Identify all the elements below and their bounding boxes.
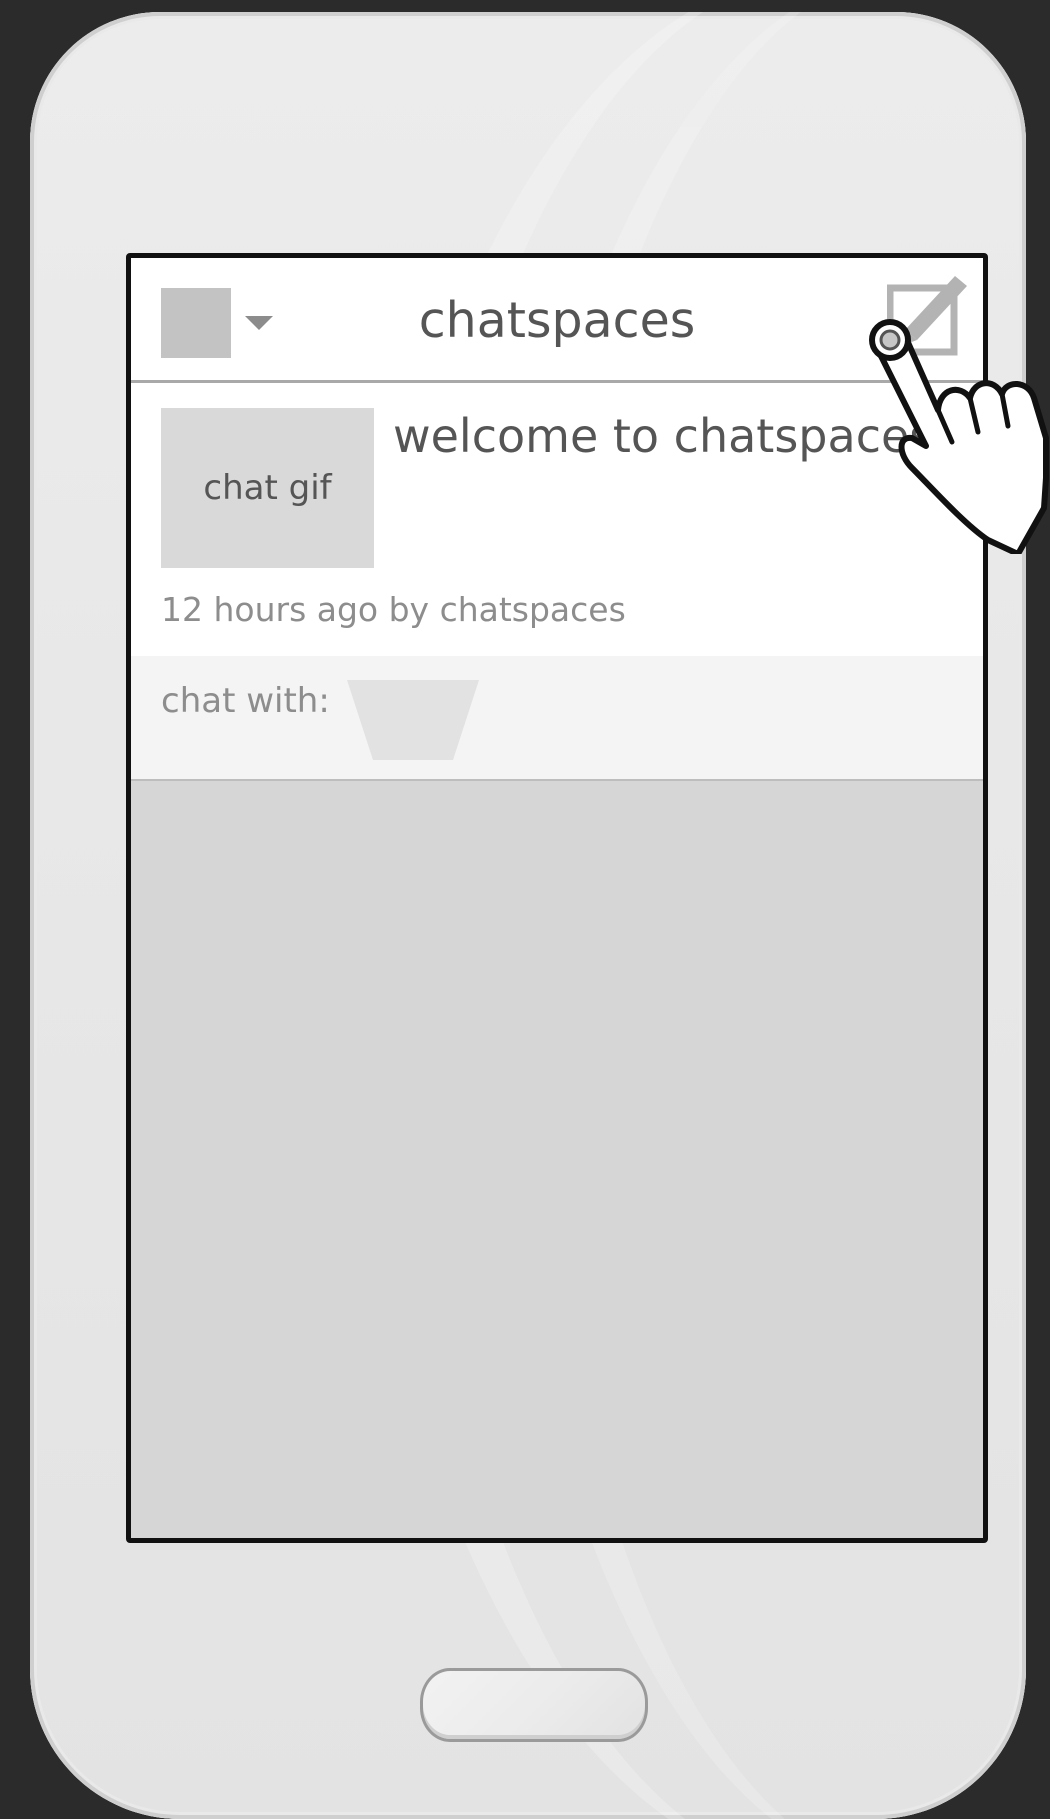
empty-content-area: [131, 781, 983, 1538]
post-card[interactable]: chat gif welcome to chatspaces! 12 hours…: [131, 383, 983, 656]
post-meta: 12 hours ago by chatspaces: [161, 590, 626, 629]
home-button-icon[interactable]: [420, 1668, 648, 1742]
app-header: chatspaces: [131, 258, 983, 383]
mockup-stage: chatspaces chat gif welcome to chatspace…: [0, 0, 1050, 1819]
app-title: chatspaces: [418, 292, 696, 349]
funnel-placeholder-icon[interactable]: [347, 680, 479, 760]
phone-frame: chatspaces chat gif welcome to chatspace…: [30, 12, 1026, 1819]
chat-with-bar: chat with:: [131, 656, 983, 781]
hand-pointer-icon: [869, 319, 1049, 554]
phone-screen: chatspaces chat gif welcome to chatspace…: [126, 253, 988, 1543]
chat-with-label: chat with:: [161, 681, 330, 721]
post-thumbnail[interactable]: chat gif: [161, 408, 374, 568]
